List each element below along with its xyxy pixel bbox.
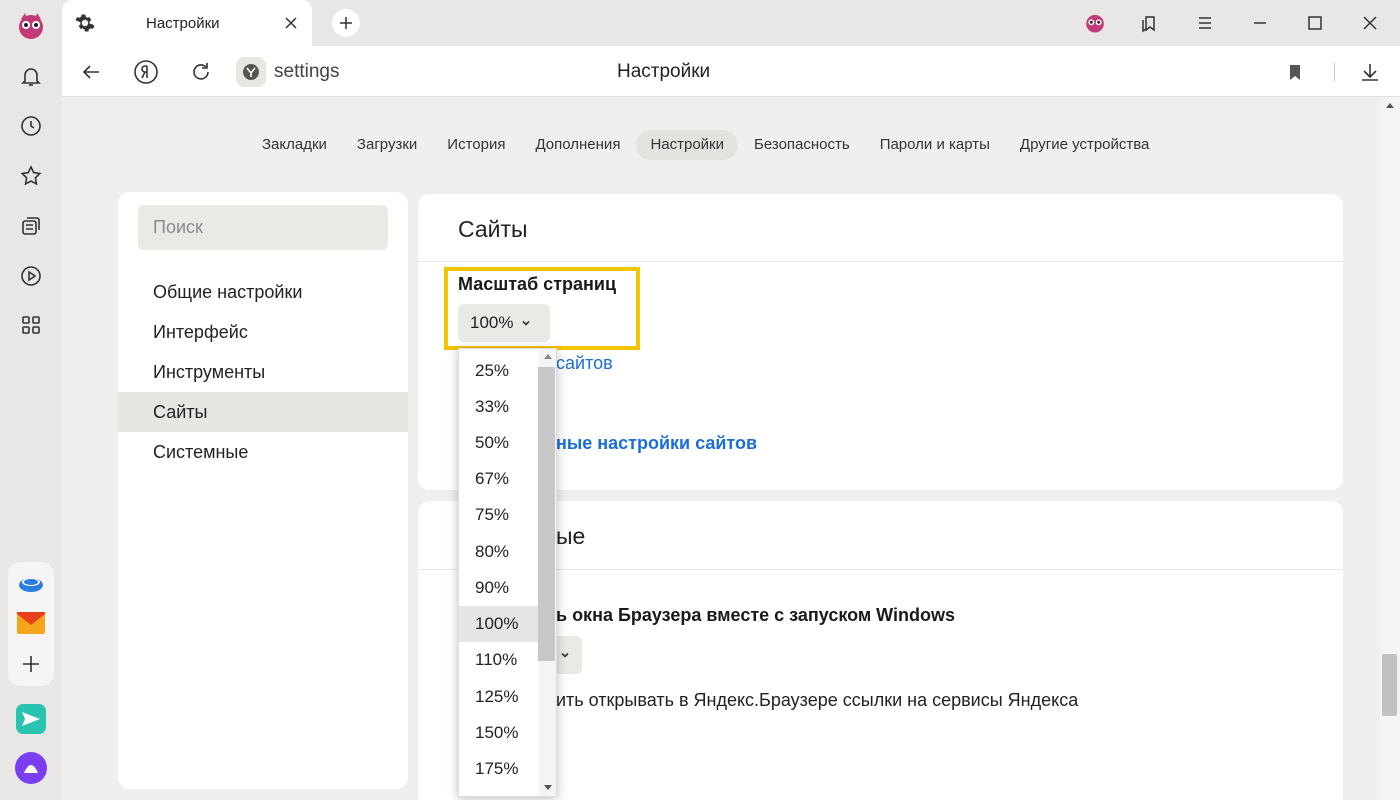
tab-history[interactable]: История: [433, 130, 519, 160]
menu-icon[interactable]: [1190, 8, 1220, 38]
tab-extensions[interactable]: Дополнения: [521, 130, 634, 160]
sites-card-title: Сайты: [458, 216, 528, 242]
minimize-icon[interactable]: [1245, 8, 1275, 38]
zoom-option[interactable]: 110%: [459, 642, 539, 678]
search-input[interactable]: Поиск: [138, 205, 388, 250]
zoom-option[interactable]: 150%: [459, 715, 539, 751]
mail-icon[interactable]: [13, 605, 49, 641]
advanced-sites-settings-link[interactable]: ные настройки сайтов: [556, 433, 757, 454]
settings-nav: Закладки Загрузки История Дополнения Нас…: [248, 130, 1165, 160]
sites-zoom-link[interactable]: сайтов: [556, 353, 613, 374]
tab-bookmarks[interactable]: Закладки: [248, 130, 341, 160]
tab-downloads[interactable]: Загрузки: [343, 130, 431, 160]
zoom-option[interactable]: 50%: [459, 425, 539, 461]
bookmarks-panel-icon[interactable]: [1135, 8, 1165, 38]
close-icon[interactable]: [282, 14, 300, 32]
star-icon[interactable]: [13, 158, 49, 194]
gear-icon: [74, 12, 96, 34]
page-title: Настройки: [617, 61, 711, 82]
back-icon[interactable]: [76, 57, 106, 87]
disk-icon[interactable]: [13, 565, 49, 601]
toolbar-divider: [1334, 62, 1335, 82]
yandex-links-option[interactable]: ить открывать в Яндекс.Браузере ссылки н…: [556, 690, 1078, 711]
dropdown-scroll-thumb[interactable]: [538, 367, 555, 661]
messenger-icon[interactable]: [13, 701, 49, 737]
maximize-icon[interactable]: [1300, 8, 1330, 38]
zoom-option[interactable]: 90%: [459, 570, 539, 606]
download-icon[interactable]: [1355, 57, 1385, 87]
menu-item-sites[interactable]: Сайты: [118, 392, 408, 432]
system-card-title: ые: [556, 523, 586, 549]
tab-passwords[interactable]: Пароли и карты: [866, 130, 1004, 160]
tab-title: Настройки: [146, 15, 220, 32]
tab-strip: Настройки: [62, 0, 1400, 46]
zoom-option[interactable]: 67%: [459, 461, 539, 497]
startup-label: ь окна Браузера вместе с запуском Window…: [556, 605, 956, 625]
menu-item-interface[interactable]: Интерфейс: [118, 312, 408, 352]
scroll-up-icon[interactable]: [1385, 102, 1395, 110]
sidebar-panel: [0, 0, 62, 800]
reload-icon[interactable]: [186, 57, 216, 87]
zoom-dropdown[interactable]: 25% 33% 50% 67% 75% 80% 90% 100% 110% 12…: [458, 348, 557, 797]
zoom-option[interactable]: 125%: [459, 679, 539, 715]
page-scroll-thumb[interactable]: [1382, 654, 1397, 716]
settings-menu: Поиск Общие настройки Интерфейс Инструме…: [118, 192, 408, 789]
browser-logo-icon[interactable]: [13, 8, 49, 44]
zoom-option[interactable]: 25%: [459, 353, 539, 389]
scroll-down-icon[interactable]: [543, 783, 553, 791]
collections-icon[interactable]: [13, 208, 49, 244]
clock-icon[interactable]: [13, 108, 49, 144]
zoom-option-selected[interactable]: 100%: [459, 606, 539, 642]
divider: [418, 261, 1343, 262]
address-bar[interactable]: settings: [274, 61, 339, 83]
menu-item-system[interactable]: Системные: [118, 432, 408, 472]
bookmark-icon[interactable]: [1280, 57, 1310, 87]
yandex-icon[interactable]: [131, 57, 161, 87]
zoom-option[interactable]: 175%: [459, 751, 539, 787]
profile-avatar-icon[interactable]: [1080, 8, 1110, 38]
zoom-option[interactable]: 33%: [459, 389, 539, 425]
new-tab-button[interactable]: [332, 9, 360, 37]
toolbar: settings Настройки: [62, 46, 1400, 97]
menu-item-general[interactable]: Общие настройки: [118, 272, 408, 312]
menu-item-tools[interactable]: Инструменты: [118, 352, 408, 392]
zoom-option[interactable]: 80%: [459, 534, 539, 570]
tab-security[interactable]: Безопасность: [740, 130, 864, 160]
tab-settings-active[interactable]: Настройки: [636, 130, 738, 160]
alice-icon[interactable]: [13, 750, 49, 786]
bell-icon[interactable]: [13, 58, 49, 94]
browser-badge-icon[interactable]: [236, 57, 266, 87]
play-icon[interactable]: [13, 258, 49, 294]
add-icon[interactable]: [13, 646, 49, 682]
scroll-up-icon[interactable]: [543, 353, 553, 361]
zoom-highlight-frame: [444, 267, 640, 350]
zoom-option[interactable]: 75%: [459, 497, 539, 533]
apps-icon[interactable]: [13, 307, 49, 343]
window-close-icon[interactable]: [1355, 8, 1385, 38]
chevron-down-icon: [561, 652, 569, 658]
tab-settings[interactable]: Настройки: [62, 0, 312, 46]
tab-devices[interactable]: Другие устройства: [1006, 130, 1163, 160]
